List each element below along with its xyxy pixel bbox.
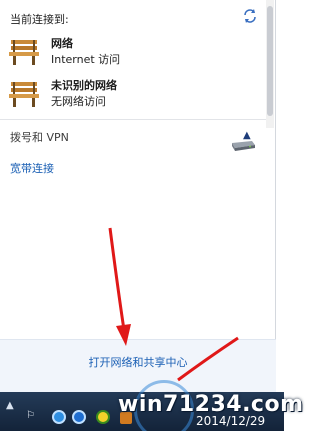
tray-app-icon[interactable]	[52, 410, 66, 424]
network-bench-icon	[9, 40, 39, 65]
network-item-internet[interactable]: 网络 Internet 访问	[8, 34, 258, 70]
action-center-flag-icon[interactable]: ⚐	[26, 410, 35, 421]
network-name: 未识别的网络	[51, 79, 117, 92]
clock-date[interactable]: 2014/12/29	[196, 414, 265, 428]
broadband-connection-link[interactable]: 宽带连接	[10, 160, 54, 176]
refresh-icon[interactable]	[242, 8, 258, 24]
modem-icon	[232, 141, 255, 151]
section-divider	[0, 119, 266, 120]
open-network-center-link[interactable]: 打开网络和共享中心	[0, 354, 276, 370]
scrollbar[interactable]	[266, 0, 274, 128]
scroll-thumb[interactable]	[267, 6, 273, 116]
tray-app-icon[interactable]	[96, 410, 110, 424]
flyout-footer: 打开网络和共享中心	[0, 339, 276, 392]
network-status: Internet 访问	[51, 53, 121, 66]
network-bench-icon	[9, 82, 39, 107]
connected-to-heading: 当前连接到:	[10, 13, 69, 26]
show-hidden-icons-icon[interactable]: ▲	[6, 400, 14, 411]
tray-app-icon[interactable]	[72, 410, 86, 424]
network-name: 网络	[51, 37, 73, 50]
network-status: 无网络访问	[51, 95, 106, 108]
network-item-unidentified[interactable]: 未识别的网络 无网络访问	[8, 76, 258, 112]
network-flyout: 当前连接到: 网络 Internet 访问 未识别的网络 无网络访问 拨号和 V…	[0, 0, 276, 392]
dialup-vpn-heading: 拨号和 VPN	[10, 131, 69, 144]
